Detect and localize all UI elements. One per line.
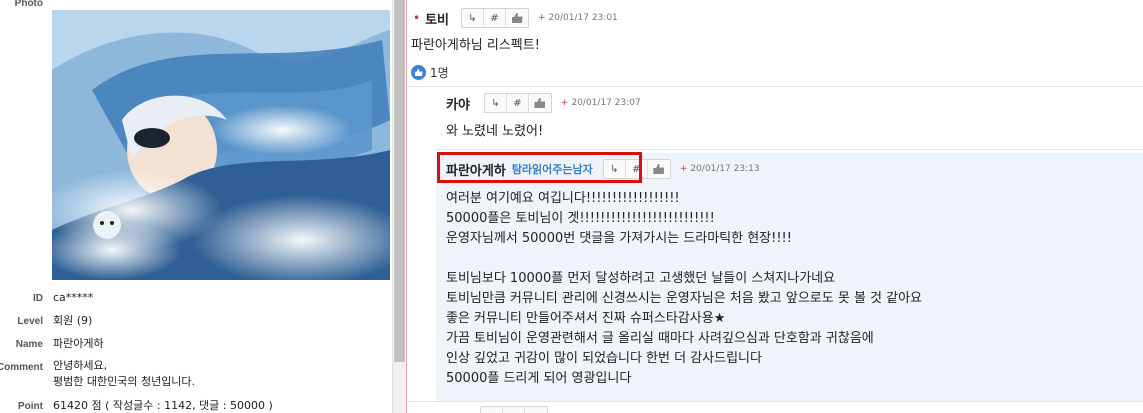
photo-label: Photo [14, 0, 43, 9]
comment-actions: ↳ # [461, 8, 529, 28]
profile-panel: Photo ID ca***** Level 회원 (9) Name 파란아게하… [0, 0, 392, 413]
point-label: Point [18, 401, 43, 412]
reply-button[interactable]: ↳ [462, 9, 484, 27]
comment-actions [480, 406, 548, 413]
comment-text-line: 좋은 커뮤니티 만들어주셔서 진짜 슈퍼스타감사용★ [446, 311, 726, 326]
user-level-value: 회원 (9) [53, 314, 93, 327]
like-button[interactable] [506, 9, 528, 27]
comment-actions: ↳ # [483, 93, 552, 113]
like-count[interactable]: 1명 [411, 64, 449, 81]
comment-text-line: 50000플은 토비님이 겟!!!!!!!!!!!!!!!!!!!!!!!!!! [446, 211, 715, 226]
comment-divider [408, 86, 1143, 87]
like-button[interactable] [529, 94, 551, 112]
comment-text-line: 여러분 여기예요 여깁니다!!!!!!!!!!!!!!!!!! [446, 191, 680, 206]
id-label: ID [33, 293, 43, 304]
reply-button[interactable] [481, 407, 503, 413]
like-count-value: 1명 [430, 66, 449, 80]
permalink-button[interactable] [503, 407, 525, 413]
user-point-value: 61420 점 ( 작성글수 : 1142, 댓글 : 50000 ) [53, 399, 273, 412]
bullet-icon: • [413, 11, 421, 25]
comment-text-line: 50000플 드리게 되어 영광입니다 [446, 371, 632, 386]
user-name-value: 파란아게하 [53, 337, 104, 350]
comment-time-value: 20/01/17 23:07 [571, 98, 641, 108]
comment-time-value: 20/01/17 23:01 [548, 13, 618, 23]
comment-text: 파란아게하님 리스펙트! [411, 38, 540, 53]
panel-scrollbar[interactable] [392, 0, 405, 413]
thumbs-up-icon [653, 164, 665, 174]
comment-text-line: 인상 깊었고 귀감이 많이 되었습니다 한번 더 감사드립니다 [446, 351, 762, 366]
comment-text-line: 토비님보다 10000플 먼저 달성하려고 고생했던 날들이 스쳐지나가네요 [446, 271, 836, 286]
author-highlight-box [437, 152, 642, 183]
user-comment-line1: 안녕하세요, [53, 359, 108, 372]
comment-header: 카야 ↳ # +20/01/17 23:07 [446, 92, 641, 114]
comment-label: Comment [0, 362, 43, 373]
comment-author[interactable]: 카야 [446, 94, 470, 113]
permalink-button[interactable]: # [507, 94, 529, 112]
thumbs-up-icon [534, 98, 546, 108]
comment-time-value: 20/01/17 23:13 [690, 164, 760, 174]
comment-divider [408, 401, 1143, 402]
comment-text-line: 가끔 토비님이 운영관련해서 글 올리실 때마다 사려깊으심과 단호함과 귀찮음… [446, 331, 874, 346]
comment-divider [436, 149, 1143, 150]
scrollbar-thumb[interactable] [394, 0, 405, 362]
comment-time: +20/01/17 23:07 [560, 98, 641, 108]
like-button[interactable] [525, 407, 547, 413]
comment-text: 와 노렸네 노렸어! [446, 124, 544, 139]
user-id-value: ca***** [53, 291, 94, 304]
profile-photo [52, 10, 390, 280]
like-badge-icon [411, 65, 426, 80]
column-divider [406, 0, 407, 413]
comment-text-line: 운영자님께서 50000번 댓글을 가져가시는 드라마틱한 현장!!!! [446, 231, 792, 246]
permalink-button[interactable]: # [484, 9, 506, 27]
profile-illustration [52, 10, 390, 280]
comment-header: • 토비 ↳ # +20/01/17 23:01 [413, 7, 618, 29]
reply-button[interactable]: ↳ [485, 94, 507, 112]
user-comment-line2: 평범한 대한민국의 청년입니다. [53, 375, 196, 388]
comment-time: +20/01/17 23:13 [679, 164, 760, 174]
thumbs-up-icon [511, 13, 523, 23]
level-label: Level [17, 316, 43, 327]
comment-text-line: 토비님만큼 커뮤니티 관리에 신경쓰시는 운영자님은 처음 봤고 앞으로도 못 … [446, 291, 923, 306]
comment-time: +20/01/17 23:01 [538, 13, 618, 23]
name-label: Name [15, 339, 43, 350]
like-button[interactable] [648, 160, 670, 178]
comment-author[interactable]: 토비 [425, 9, 449, 28]
